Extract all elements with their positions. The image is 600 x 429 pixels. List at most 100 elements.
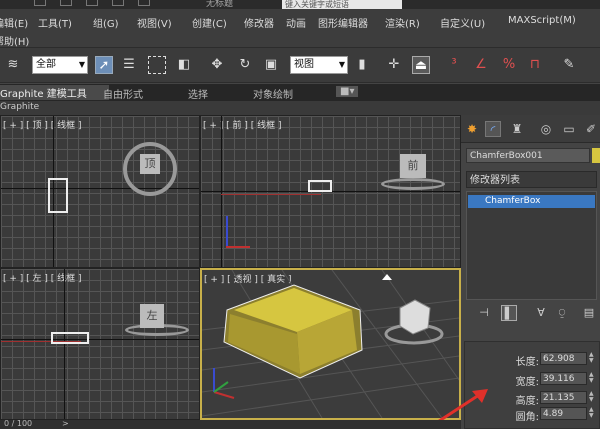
chamferbox-wire[interactable] [51,332,89,344]
object-color-swatch[interactable] [592,148,600,163]
manipulate-icon[interactable]: ✛ [385,56,403,74]
link-icon[interactable]: ≋ [4,56,22,74]
viewcube-ring[interactable] [381,178,445,190]
pivot-icon[interactable]: ▮ [353,56,371,74]
menu-animation[interactable]: 动画 [286,15,306,30]
percent-snap-icon[interactable]: % [500,56,518,74]
angle-snap-icon[interactable]: ∠ [472,56,490,74]
viewcube-icon[interactable]: 左 [140,304,164,328]
viewcube-icon[interactable]: 顶 [140,154,160,174]
save-file-icon[interactable] [86,0,98,6]
time-slider[interactable]: 0 / 100 > [0,419,461,429]
param-value-input[interactable]: 39.116 [540,372,587,385]
viewport-left[interactable]: [ + ] [ 左 ] [ 线框 ] 左 [0,268,200,420]
remove-modifier-icon[interactable]: ⍜ [554,305,570,321]
command-panel-tabs: ✸ ◜ ♜ ◎ ▭ ✐ [461,115,600,143]
new-file-icon[interactable] [34,0,46,6]
select-by-name-icon[interactable]: ☰ [120,56,138,74]
configure-sets-icon[interactable]: ▤ [581,305,597,321]
tab-graphite[interactable]: Graphite 建模工具 [0,85,109,100]
viewcube-icon[interactable] [399,299,431,335]
spinner-snap-icon[interactable]: ⊓ [526,56,544,74]
home-icon[interactable] [382,274,392,280]
make-unique-icon[interactable]: ∀ [533,305,549,321]
gizmo-x-axis [226,246,250,248]
open-file-icon[interactable] [60,0,72,6]
viewport-label[interactable]: [ + ] [ 左 ] [ 线框 ] [3,271,82,284]
param-label: 宽度: [515,377,539,388]
undo-icon[interactable] [112,0,124,6]
spinner-icon[interactable]: ▲ ▼ [589,391,597,404]
spinner-icon[interactable]: ▲ ▼ [589,407,597,420]
scale-icon[interactable]: ▣ [262,56,280,74]
modifier-stack: ChamferBox [466,191,597,300]
grid-axis [1,339,199,340]
menu-maxscript[interactable]: MAXScript(M) [508,15,576,26]
grid-axis [1,188,199,189]
tab-freeform[interactable]: 自由形式 [103,86,143,101]
modifier-list-dropdown[interactable]: 修改器列表 [466,171,597,188]
viewport-label[interactable]: [ + ] [ 前 ] [ 线框 ] [203,118,282,131]
gizmo-y-axis [213,381,229,393]
time-next-icon[interactable]: > [62,419,69,428]
param-value-input[interactable]: 21.135 [540,391,587,404]
title-bar: 无标题 键入关键字或短语 [0,0,600,9]
viewport-label[interactable]: [ + ] [ 顶 ] [ 线框 ] [3,118,82,131]
ribbon-strip-label: Graphite [0,102,40,112]
modify-tab-icon[interactable]: ◜ [485,121,501,137]
keyboard-shortcut-icon[interactable]: ⏏ [412,56,430,74]
menu-group[interactable]: 组(G) [93,15,119,30]
snap-3d-icon[interactable]: ³ [445,56,463,74]
menu-edit[interactable]: 编辑(E) [0,15,28,30]
menu-render[interactable]: 渲染(R) [385,15,420,30]
menu-bar: 编辑(E) 工具(T) 组(G) 视图(V) 创建(C) 修改器 动画 图形编辑… [0,9,600,48]
grid-axis [221,116,222,267]
chevron-down-icon: ▼ [78,60,85,69]
search-input[interactable]: 键入关键字或短语 [282,0,402,9]
stack-tools: ⊣ ▌ ∀ ⍜ ▤ [461,303,600,325]
tab-object-paint[interactable]: 对象绘制 [253,86,293,101]
param-value-input[interactable]: 4.89 [540,407,587,420]
menu-create[interactable]: 创建(C) [192,15,227,30]
rect-selection-icon[interactable] [148,56,166,74]
gizmo-x-axis [213,391,235,399]
menu-tools[interactable]: 工具(T) [38,15,72,30]
show-end-result-icon[interactable]: ▌ [501,305,517,321]
menu-graph-editors[interactable]: 图形编辑器 [318,15,368,30]
gizmo-z-axis [226,216,228,246]
motion-tab-icon[interactable]: ◎ [538,121,554,137]
pin-stack-icon[interactable]: ⊣ [476,305,492,321]
select-object-icon[interactable]: ➚ [95,56,113,74]
arrow-head [472,389,488,403]
redo-icon[interactable] [138,0,150,6]
hierarchy-tab-icon[interactable]: ♜ [509,121,525,137]
viewport-top[interactable]: [ + ] [ 顶 ] [ 线框 ] 顶 [0,115,200,268]
param-value-input[interactable]: 62.908 [540,352,587,365]
window-crossing-icon[interactable]: ◧ [175,56,193,74]
menu-customize[interactable]: 自定义(U) [440,15,485,30]
chamferbox-wire[interactable] [48,178,68,213]
menu-modifiers[interactable]: 修改器 [244,15,274,30]
menu-help[interactable]: 帮助(H) [0,33,29,48]
create-tab-icon[interactable]: ✸ [464,121,480,137]
rotate-icon[interactable]: ↻ [236,56,254,74]
ribbon-options-icon[interactable]: ■▾ [336,86,359,97]
time-slider-value: 0 / 100 [4,419,33,428]
utilities-tab-icon[interactable]: ✐ [583,121,599,137]
selection-filter-value: 全部 [36,59,56,70]
move-icon[interactable]: ✥ [208,56,226,74]
named-selection-icon[interactable]: ✎ [560,56,578,74]
display-tab-icon[interactable]: ▭ [561,121,577,137]
viewcube-icon[interactable]: 前 [400,154,426,178]
spinner-icon[interactable]: ▲ ▼ [589,352,597,365]
menu-view[interactable]: 视图(V) [137,15,172,30]
ref-coord-dropdown[interactable]: 视图 ▼ [290,56,348,74]
spinner-icon[interactable]: ▲ ▼ [589,372,597,385]
object-name-field[interactable]: ChamferBox001 [466,148,590,163]
chamferbox-wire[interactable] [308,180,332,192]
window-title: 无标题 [206,0,234,9]
stack-item-chamferbox[interactable]: ChamferBox [468,195,595,208]
selection-filter-dropdown[interactable]: 全部 ▼ [32,56,88,74]
viewport-front[interactable]: [ + ] [ 前 ] [ 线框 ] 前 [200,115,461,268]
tab-selection[interactable]: 选择 [188,86,208,101]
